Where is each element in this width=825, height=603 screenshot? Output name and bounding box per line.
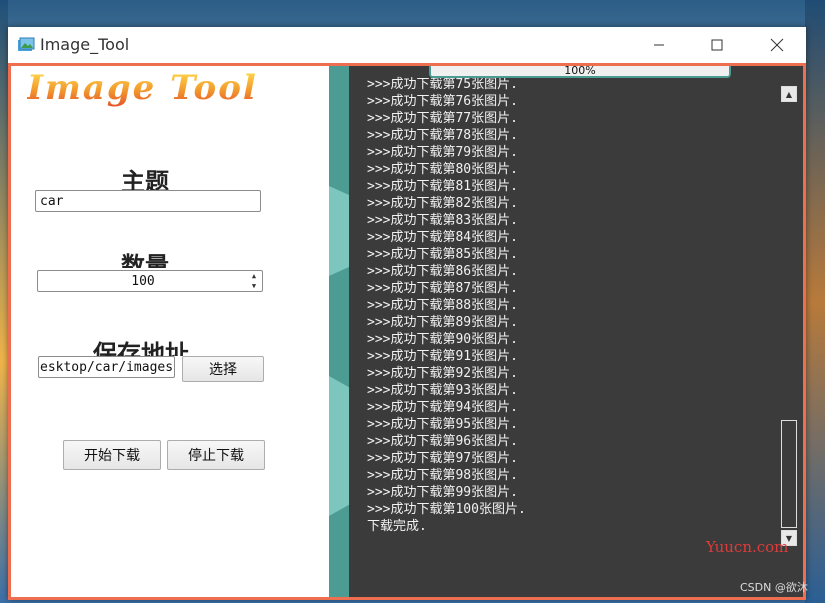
stop-download-button[interactable]: 停止下载	[167, 440, 265, 470]
log-line: >>>成功下载第89张图片.	[367, 315, 518, 330]
log-line: >>>成功下载第82张图片.	[367, 196, 518, 211]
topic-input[interactable]: car	[35, 190, 261, 212]
log-line: >>>成功下载第97张图片.	[367, 451, 518, 466]
spin-down-icon[interactable]: ▼	[246, 281, 262, 291]
minimize-button[interactable]	[630, 27, 688, 63]
log-line: >>>成功下载第80张图片.	[367, 162, 518, 177]
log-line: >>>成功下载第85张图片.	[367, 247, 518, 262]
maximize-icon	[711, 39, 723, 51]
settings-panel: Image Tool 主题 car 数量 100 ▲ ▼ 保存地址 esktop…	[11, 66, 329, 597]
log-line: 下载完成.	[367, 519, 427, 534]
log-line: >>>成功下载第98张图片.	[367, 468, 518, 483]
scroll-thumb[interactable]	[781, 420, 797, 528]
divider-highlight	[329, 376, 349, 516]
count-value: 100	[131, 274, 155, 289]
log-line: >>>成功下载第88张图片.	[367, 298, 518, 313]
log-line: >>>成功下载第96张图片.	[367, 434, 518, 449]
desktop-wallpaper-left	[0, 0, 8, 603]
log-line: >>>成功下载第76张图片.	[367, 94, 518, 109]
log-line: >>>成功下载第84张图片.	[367, 230, 518, 245]
log-line: >>>成功下载第100张图片.	[367, 502, 526, 517]
path-input[interactable]: esktop/car/images	[38, 356, 175, 378]
log-line: >>>成功下载第79张图片.	[367, 145, 518, 160]
log-line: >>>成功下载第93张图片.	[367, 383, 518, 398]
site-watermark: Yuucn.com	[706, 538, 789, 556]
close-button[interactable]	[748, 27, 806, 63]
count-label: 数量	[121, 252, 169, 268]
app-logo: Image Tool	[27, 68, 258, 108]
title-bar[interactable]: Image_Tool	[8, 27, 806, 63]
count-spinbox[interactable]: 100 ▲ ▼	[37, 270, 263, 292]
window-title: Image_Tool	[40, 35, 130, 54]
log-line: >>>成功下载第92张图片.	[367, 366, 518, 381]
download-progress-bar: 100%	[429, 66, 731, 78]
log-output[interactable]: >>>成功下载第75张图片. >>>成功下载第76张图片. >>>成功下载第77张图…	[367, 76, 777, 535]
app-window: Image_Tool Image Tool 主题 car 数量 100 ▲ ▼ …	[8, 27, 806, 600]
log-line: >>>成功下载第81张图片.	[367, 179, 518, 194]
path-label: 保存地址	[93, 340, 189, 356]
log-line: >>>成功下载第83张图片.	[367, 213, 518, 228]
log-line: >>>成功下载第75张图片.	[367, 77, 518, 92]
log-line: >>>成功下载第78张图片.	[367, 128, 518, 143]
log-line: >>>成功下载第95张图片.	[367, 417, 518, 432]
start-download-button[interactable]: 开始下载	[63, 440, 161, 470]
csdn-watermark: CSDN @欲沐	[740, 581, 808, 594]
log-line: >>>成功下载第77张图片.	[367, 111, 518, 126]
log-line: >>>成功下载第86张图片.	[367, 264, 518, 279]
log-line: >>>成功下载第91张图片.	[367, 349, 518, 364]
desktop-wallpaper-right	[805, 0, 825, 603]
close-icon	[770, 38, 784, 52]
app-icon	[18, 37, 35, 51]
panel-divider[interactable]	[329, 66, 349, 597]
log-line: >>>成功下载第87张图片.	[367, 281, 518, 296]
client-area: Image Tool 主题 car 数量 100 ▲ ▼ 保存地址 esktop…	[8, 63, 806, 600]
log-panel: >>>成功下载第75张图片. >>>成功下载第76张图片. >>>成功下载第77张图…	[349, 66, 803, 597]
progress-text: 100%	[564, 66, 596, 77]
choose-path-button[interactable]: 选择	[182, 356, 264, 382]
log-scrollbar[interactable]: ▲ ▼	[781, 86, 797, 546]
log-line: >>>成功下载第90张图片.	[367, 332, 518, 347]
divider-highlight	[329, 186, 349, 276]
log-line: >>>成功下载第99张图片.	[367, 485, 518, 500]
scroll-up-icon[interactable]: ▲	[781, 86, 797, 102]
maximize-button[interactable]	[688, 27, 746, 63]
minimize-icon	[654, 44, 664, 46]
log-line: >>>成功下载第94张图片.	[367, 400, 518, 415]
